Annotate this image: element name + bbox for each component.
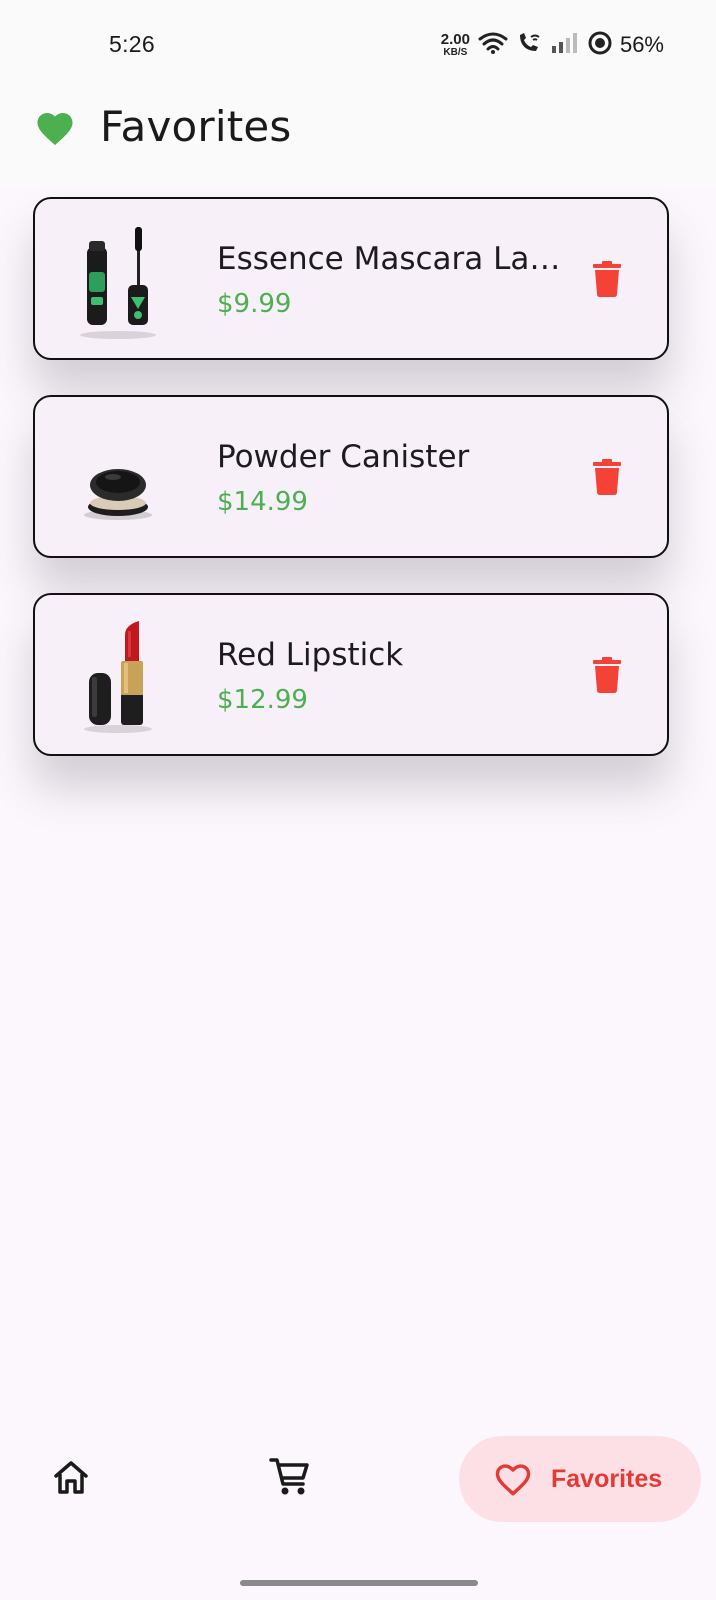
network-speed-value: 2.00 (440, 31, 470, 48)
trash-icon (593, 459, 621, 495)
page-title: Favorites (100, 102, 292, 151)
status-bar: 5:26 2.00 KB/S 56% (0, 0, 716, 92)
favorite-card[interactable]: Powder Canister $14.99 (33, 395, 669, 558)
status-time: 5:26 (109, 31, 155, 57)
signal-icon (550, 32, 580, 58)
heart-icon (34, 107, 76, 151)
network-speed-unit: KB/S (443, 47, 468, 58)
network-speed: 2.00 KB/S (441, 32, 470, 58)
wifi-icon (478, 31, 508, 59)
battery-percentage: 56% (619, 32, 664, 57)
item-price: $9.99 (217, 289, 292, 319)
favorite-card[interactable]: Red Lipstick $12.99 (33, 593, 669, 756)
nav-cart-button[interactable] (267, 1454, 313, 1500)
nav-home-button[interactable] (48, 1454, 94, 1500)
heart-outline-icon (491, 1457, 535, 1501)
item-name: Essence Mascara Lash Princess (217, 241, 562, 277)
delete-button[interactable] (585, 453, 629, 501)
item-price: $12.99 (217, 685, 308, 715)
trash-icon (593, 261, 621, 297)
item-price: $14.99 (217, 487, 308, 517)
battery-ring-icon (588, 31, 612, 59)
trash-icon (593, 657, 621, 693)
wifi-calling-icon (516, 31, 542, 59)
cart-icon (269, 1458, 309, 1495)
nav-favorites-label: Favorites (551, 1464, 663, 1493)
delete-button[interactable] (585, 651, 629, 699)
bottom-navigation: Favorites (0, 1424, 716, 1544)
status-icons: 2.00 KB/S 56% (441, 30, 664, 60)
item-name: Powder Canister (217, 439, 470, 475)
mascara-image (73, 217, 163, 342)
home-icon (54, 1461, 88, 1494)
item-name: Red Lipstick (217, 637, 404, 673)
nav-favorites-button[interactable]: Favorites (459, 1436, 701, 1522)
lipstick-image (73, 613, 163, 738)
delete-button[interactable] (585, 255, 629, 303)
gesture-bar[interactable] (240, 1580, 478, 1586)
favorite-card[interactable]: Essence Mascara Lash Princess $9.99 (33, 197, 669, 360)
app-bar: Favorites (0, 92, 716, 188)
powder-compact-image (73, 415, 163, 540)
